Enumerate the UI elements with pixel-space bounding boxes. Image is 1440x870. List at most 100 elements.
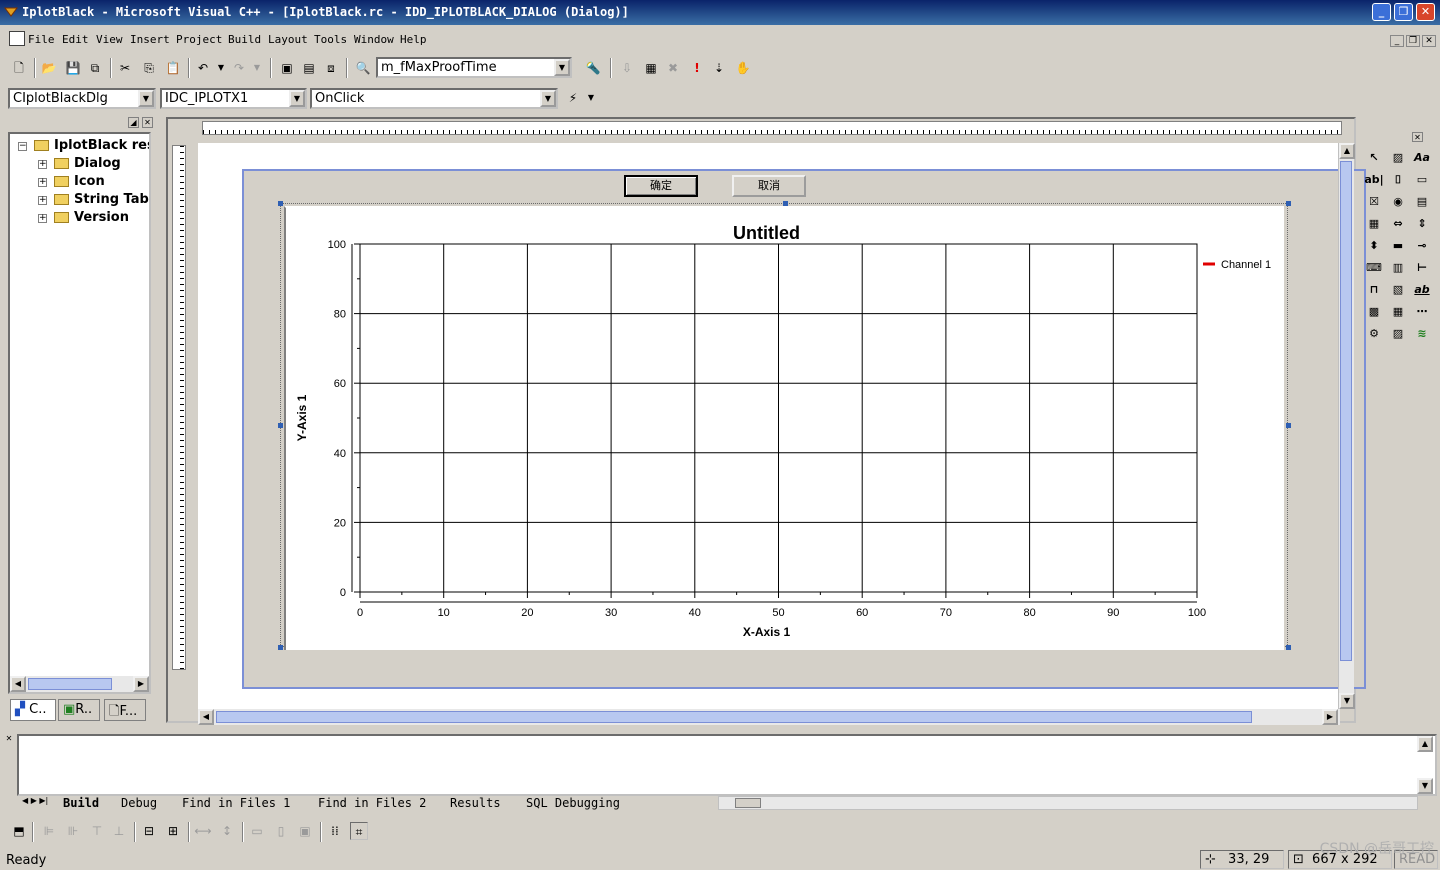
undo-icon[interactable]: ↶: [194, 59, 212, 77]
vertical-ruler[interactable]: [172, 145, 186, 670]
chevron-down-icon[interactable]: ▼: [540, 90, 556, 107]
pointer-icon[interactable]: ↖: [1364, 148, 1384, 168]
scroll-down-icon[interactable]: ▼: [1417, 778, 1433, 794]
go-icon[interactable]: ⇣: [710, 59, 728, 77]
open-icon[interactable]: 📂: [40, 59, 58, 77]
align-top-icon[interactable]: ⊤: [88, 822, 106, 840]
make-same-height-icon[interactable]: ▯: [272, 822, 290, 840]
tree-item-string-table[interactable]: String Table: [74, 192, 149, 207]
tab-find-in-files-2[interactable]: Find in Files 2: [318, 796, 426, 810]
stop-build-icon[interactable]: ✖: [664, 59, 682, 77]
menu-view[interactable]: View: [96, 33, 123, 46]
picture-icon[interactable]: ▨: [1388, 148, 1408, 168]
scroll-right-icon[interactable]: ▶: [1322, 709, 1338, 725]
toggle-guides-icon[interactable]: ⌗: [350, 822, 368, 840]
tab-resourceview[interactable]: ▣R..: [58, 699, 100, 721]
space-across-icon[interactable]: ⟷: [194, 822, 212, 840]
wizard-action-dropdown-icon[interactable]: ▼: [582, 89, 600, 107]
tab-control-icon[interactable]: ⊓: [1364, 280, 1384, 300]
scroll-left-icon[interactable]: ◀: [198, 709, 214, 725]
expand-icon[interactable]: +: [38, 214, 47, 223]
member-combo[interactable]: m_fMaxProofTime ▼: [376, 57, 572, 78]
tab-build[interactable]: Build: [63, 796, 99, 810]
ip-address-icon[interactable]: ⋯: [1412, 302, 1432, 322]
resize-handle[interactable]: [1286, 645, 1291, 650]
tab-sql-debugging[interactable]: SQL Debugging: [526, 796, 620, 810]
hotkey-icon[interactable]: ⌨: [1364, 258, 1384, 278]
chevron-down-icon[interactable]: ▼: [554, 59, 570, 76]
output-window-icon[interactable]: ▤: [300, 59, 318, 77]
cut-icon[interactable]: ✂: [116, 59, 134, 77]
editor-vscrollbar[interactable]: ▲ ▼: [1338, 143, 1355, 709]
custom-control-icon[interactable]: ⚙: [1364, 324, 1384, 344]
menu-edit[interactable]: Edit: [62, 33, 89, 46]
list-control-icon[interactable]: ▥: [1388, 258, 1408, 278]
space-down-icon[interactable]: ↕: [218, 822, 236, 840]
iplot-activex-icon[interactable]: ≋: [1412, 324, 1432, 344]
chevron-down-icon[interactable]: ▼: [289, 90, 305, 107]
resize-handle[interactable]: [1286, 423, 1291, 428]
date-picker-icon[interactable]: ▩: [1364, 302, 1384, 322]
save-all-icon[interactable]: ⧉: [86, 59, 104, 77]
tree-item-version[interactable]: Version: [74, 210, 129, 225]
tab-find-in-files-1[interactable]: Find in Files 1: [182, 796, 290, 810]
find-in-files-icon[interactable]: 🔍: [354, 59, 372, 77]
align-bottom-icon[interactable]: ⊥: [110, 822, 128, 840]
tab-classview[interactable]: ▞ C..: [10, 699, 56, 721]
scroll-left-icon[interactable]: ◀: [10, 676, 26, 692]
tab-results[interactable]: Results: [450, 796, 501, 810]
menu-build[interactable]: Build: [228, 33, 261, 46]
combo-box-icon[interactable]: ▤: [1412, 192, 1432, 212]
dialog-frame[interactable]: 确定 取消 0 10 20 30 40 50 60 70 80 90 100 0 20 40 60 80 100…: [242, 169, 1366, 689]
horizontal-ruler[interactable]: [202, 121, 1342, 135]
toolbox-close-icon[interactable]: ✕: [1412, 132, 1423, 142]
menu-project[interactable]: Project: [176, 33, 222, 46]
menu-help[interactable]: Help: [400, 33, 427, 46]
workspace-window-icon[interactable]: ▣: [278, 59, 296, 77]
find-icon[interactable]: 🔦: [584, 59, 602, 77]
scroll-down-icon[interactable]: ▼: [1339, 693, 1355, 709]
resize-handle[interactable]: [1286, 201, 1291, 206]
toggle-grid-icon[interactable]: ⁞⁞: [326, 822, 344, 840]
breakpoint-hand-icon[interactable]: ✋: [734, 59, 752, 77]
mdi-close-icon[interactable]: ✕: [1422, 35, 1436, 47]
vscroll-icon[interactable]: ⇕: [1412, 214, 1432, 234]
menu-window[interactable]: Window: [354, 33, 394, 46]
expand-icon[interactable]: +: [38, 160, 47, 169]
editor-hscrollbar[interactable]: ◀ ▶: [198, 709, 1340, 725]
redo-icon[interactable]: ↷: [230, 59, 248, 77]
mdi-minimize-icon[interactable]: _: [1390, 35, 1404, 47]
expand-icon[interactable]: +: [38, 196, 47, 205]
resource-tree[interactable]: − IplotBlack reso + Dialog + Icon + Stri…: [8, 132, 151, 694]
rich-edit-icon[interactable]: ab: [1412, 280, 1432, 300]
test-dialog-icon[interactable]: ⬒: [10, 822, 28, 840]
menu-tools[interactable]: Tools: [314, 33, 347, 46]
panel-resize-icon[interactable]: ◢: [128, 117, 139, 128]
close-icon[interactable]: ✕: [1416, 3, 1435, 21]
output-close-icon[interactable]: ✕: [4, 734, 14, 744]
class-combo[interactable]: CIplotBlackDlg ▼: [8, 88, 156, 109]
output-text-area[interactable]: ▲ ▼: [17, 734, 1437, 796]
copy-icon[interactable]: ⎘: [140, 59, 158, 77]
progress-icon[interactable]: ▬: [1388, 236, 1408, 256]
make-same-size-icon[interactable]: ▣: [296, 822, 314, 840]
scroll-up-icon[interactable]: ▲: [1339, 143, 1355, 159]
hscroll-icon[interactable]: ⇔: [1388, 214, 1408, 234]
tab-debug[interactable]: Debug: [121, 796, 157, 810]
tree-item-dialog[interactable]: Dialog: [74, 156, 121, 171]
extended-combo-icon[interactable]: ▨: [1388, 324, 1408, 344]
minimize-icon[interactable]: _: [1372, 3, 1391, 21]
tab-nav-arrows[interactable]: ◀ ▶ ▶|: [22, 796, 54, 810]
handler-combo[interactable]: OnClick ▼: [310, 88, 558, 109]
mdi-restore-icon[interactable]: ❐: [1406, 35, 1420, 47]
scroll-right-icon[interactable]: ▶: [133, 676, 149, 692]
align-right-icon[interactable]: ⊪: [64, 822, 82, 840]
save-icon[interactable]: 💾: [64, 59, 82, 77]
ok-button[interactable]: 确定: [624, 175, 698, 197]
new-text-file-icon[interactable]: 🗋: [10, 59, 28, 77]
cancel-button[interactable]: 取消: [732, 175, 806, 197]
center-horizontal-icon[interactable]: ⊞: [164, 822, 182, 840]
scroll-thumb[interactable]: [735, 798, 761, 808]
edit-box-icon[interactable]: ab|: [1364, 170, 1384, 190]
output-hscrollbar[interactable]: [718, 796, 1418, 810]
